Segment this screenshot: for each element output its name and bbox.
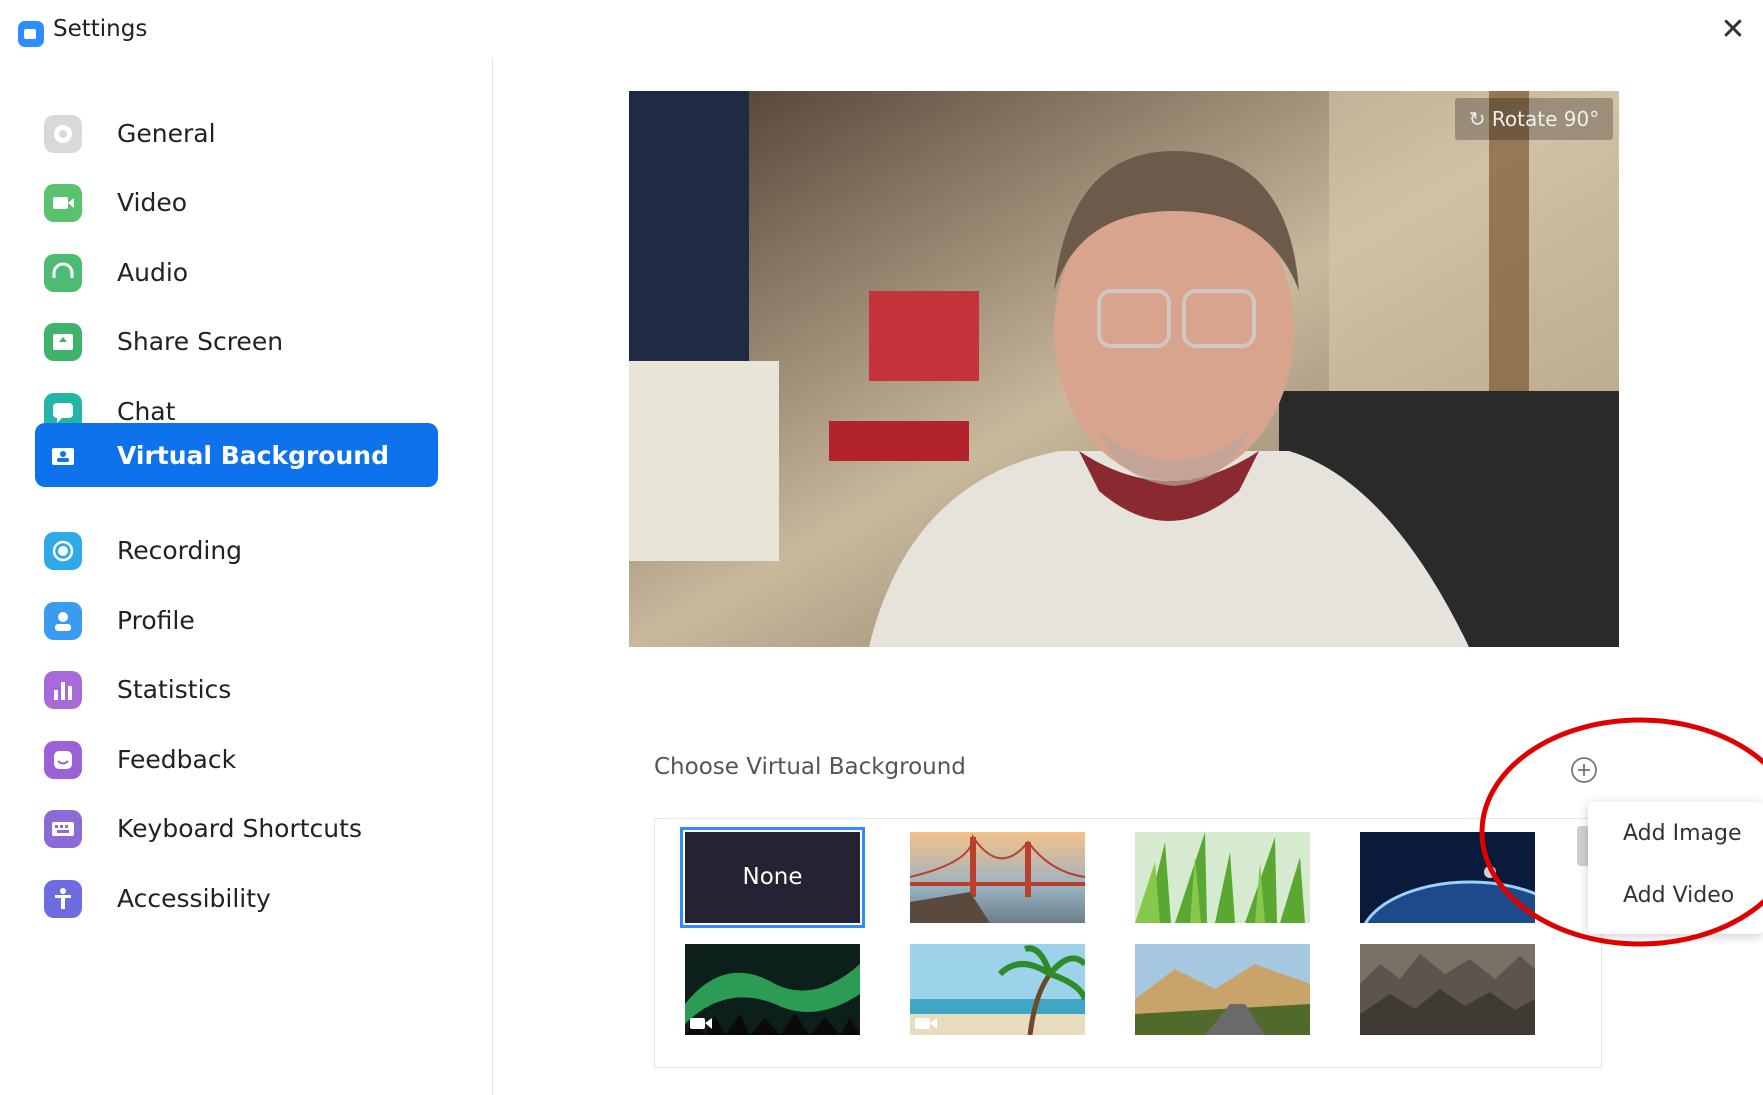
choose-virtual-background-label: Choose Virtual Background xyxy=(654,754,966,780)
sidebar-item-profile[interactable]: Profile xyxy=(35,588,438,652)
rotate-label: Rotate 90° xyxy=(1491,107,1600,131)
sidebar-item-label: Share Screen xyxy=(117,327,284,356)
sidebar-item-feedback[interactable]: Feedback xyxy=(35,727,438,791)
smile-icon xyxy=(44,741,82,779)
accessibility-icon xyxy=(44,880,82,918)
close-icon[interactable]: ✕ xyxy=(1715,12,1751,48)
background-thumb-mountain-road[interactable] xyxy=(1135,944,1310,1035)
gear-icon xyxy=(44,115,82,153)
video-camera-icon xyxy=(690,1015,714,1031)
sidebar-item-label: Accessibility xyxy=(117,884,271,913)
sidebar-item-label: General xyxy=(117,119,216,148)
rotate-icon: ↻ xyxy=(1468,107,1486,131)
sidebar-item-label: Keyboard Shortcuts xyxy=(117,814,362,843)
camera-preview xyxy=(629,91,1619,647)
background-thumb-none[interactable]: None xyxy=(680,827,865,928)
person-card-icon xyxy=(44,437,82,475)
sidebar-item-accessibility[interactable]: Accessibility xyxy=(35,866,438,930)
background-thumb-beach-palm[interactable] xyxy=(910,944,1085,1035)
rotate-button[interactable]: ↻ Rotate 90° xyxy=(1455,98,1613,140)
video-camera-icon xyxy=(915,1015,939,1031)
sidebar-item-label: Profile xyxy=(117,606,195,635)
bar-chart-icon xyxy=(44,671,82,709)
add-video-menu-item[interactable]: Add Video xyxy=(1623,883,1734,908)
keyboard-icon xyxy=(44,810,82,848)
sidebar-item-label: Chat xyxy=(117,397,176,426)
background-thumb-northern-lights[interactable] xyxy=(685,944,860,1035)
sidebar-item-label: Statistics xyxy=(117,675,232,704)
sidebar-item-share-screen[interactable]: Share Screen xyxy=(35,309,438,373)
sidebar-item-audio[interactable]: Audio xyxy=(35,240,438,304)
share-screen-icon xyxy=(44,323,82,361)
background-thumb-golden-gate-bridge[interactable] xyxy=(910,832,1085,923)
add-background-menu: Add Image Add Video xyxy=(1588,802,1763,934)
user-icon xyxy=(44,602,82,640)
background-thumb-grass[interactable] xyxy=(1135,832,1310,923)
sidebar-item-general[interactable]: General xyxy=(35,101,438,165)
background-thumb-rocky-terrain[interactable] xyxy=(1360,944,1535,1035)
sidebar-item-video[interactable]: Video xyxy=(35,170,438,234)
headphones-icon xyxy=(44,254,82,292)
add-image-menu-item[interactable]: Add Image xyxy=(1623,821,1742,846)
sidebar-item-label: Recording xyxy=(117,536,243,565)
video-camera-icon xyxy=(44,184,82,222)
settings-sidebar: General Video Audio Share Screen Chat Vi… xyxy=(0,58,493,1095)
background-thumb-earth-from-space[interactable] xyxy=(1360,832,1535,923)
title-bar: Settings ✕ xyxy=(0,0,1763,58)
sidebar-item-label: Video xyxy=(117,188,188,217)
sidebar-item-label: Audio xyxy=(117,258,189,287)
sidebar-item-virtual-background[interactable]: Virtual Background xyxy=(35,423,438,487)
sidebar-item-recording[interactable]: Recording xyxy=(35,518,438,582)
window-title: Settings xyxy=(53,16,148,42)
sidebar-item-label: Virtual Background xyxy=(117,441,389,470)
record-icon xyxy=(44,532,82,570)
settings-window: Settings ✕ General Video Audio Share Scr… xyxy=(0,0,1763,1095)
sidebar-item-label: Feedback xyxy=(117,745,237,774)
plus-circle-icon[interactable] xyxy=(1570,756,1598,784)
zoom-app-icon xyxy=(18,21,44,47)
sidebar-item-keyboard-shortcuts[interactable]: Keyboard Shortcuts xyxy=(35,796,438,860)
virtual-background-list: None xyxy=(654,818,1602,1068)
sidebar-item-statistics[interactable]: Statistics xyxy=(35,657,438,721)
